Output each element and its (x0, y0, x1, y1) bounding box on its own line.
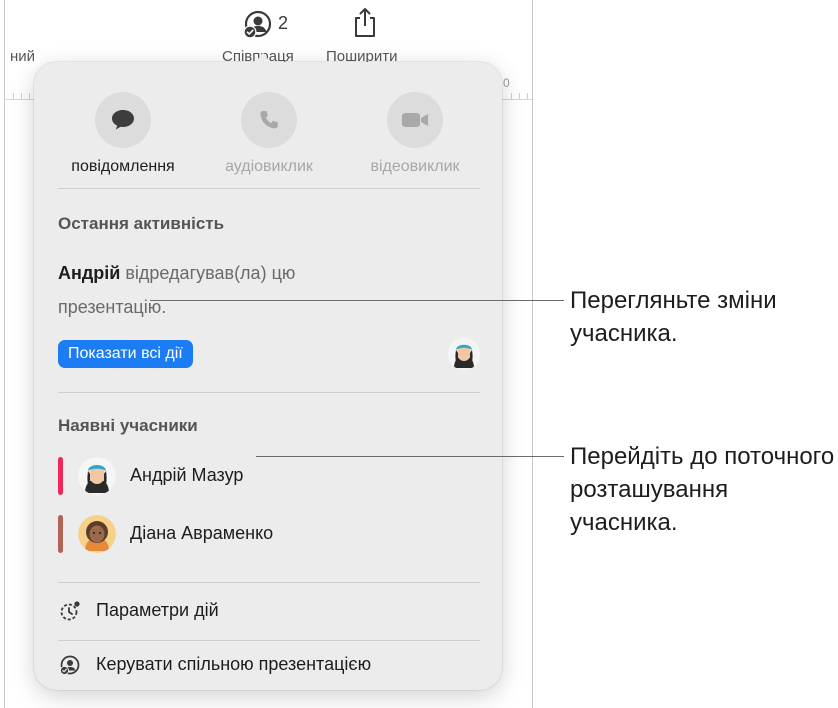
share-icon[interactable] (352, 6, 378, 38)
phone-icon (260, 111, 278, 129)
collaboration-popover: повідомлення аудіовиклик відеовиклик Ост… (34, 62, 502, 690)
manage-collaboration-icon (60, 655, 80, 675)
avatar (78, 457, 116, 495)
activity-settings-label: Параметри дій (96, 600, 219, 620)
video-call-label: відеовиклик (370, 158, 460, 175)
manage-shared-presentation-label: Керувати спільною презентацією (96, 654, 372, 674)
audio-call-label: аудіовиклик (225, 158, 313, 175)
video-call-button-circle (387, 92, 443, 148)
participant-row[interactable]: Андрій Мазур (58, 456, 458, 496)
active-participants-title: Наявні учасники (58, 416, 198, 435)
ruler-tick (519, 93, 520, 99)
collaboration-icon (243, 10, 272, 39)
collaborate-button[interactable]: 2 (240, 4, 310, 44)
participant-row[interactable]: Діана Авраменко (58, 514, 458, 554)
callout-go-to-location: Перейдіть до поточного розташування учас… (570, 443, 835, 536)
divider (58, 392, 480, 393)
video-call-button[interactable]: відеовиклик (340, 92, 490, 176)
toolbar-label-truncated[interactable]: ний (10, 48, 35, 65)
activity-settings-icon (60, 601, 80, 621)
activity-actor: Андрій (58, 263, 121, 283)
ruler-tick (13, 93, 14, 99)
callout-line (150, 300, 564, 301)
popover-caret (252, 53, 274, 66)
avatar (78, 515, 116, 553)
recent-activity-text[interactable]: Андрій відредагував(ла) цю презентацію. (58, 256, 388, 324)
memoji-diana-icon (78, 515, 116, 553)
ruler-tick (21, 93, 22, 99)
message-label: повідомлення (71, 158, 175, 175)
callout-view-changes: Перегляньте зміни учасника. (570, 287, 777, 347)
recent-activity-title: Остання активність (58, 214, 225, 233)
window-border-left (4, 0, 5, 708)
message-button-circle (95, 92, 151, 148)
window-border-right (532, 0, 533, 708)
message-button[interactable]: повідомлення (48, 92, 198, 176)
collaborator-count: 2 (278, 13, 289, 33)
callout-line (256, 456, 564, 457)
divider (58, 582, 480, 583)
memoji-andrii-icon (448, 338, 480, 370)
video-camera-icon (402, 113, 428, 127)
participant-name: Андрій Мазур (130, 465, 244, 485)
show-all-activity-button[interactable]: Показати всі дії (58, 340, 193, 368)
ruler-tick (511, 93, 512, 99)
participant-color-bar (58, 457, 63, 495)
message-icon (112, 110, 134, 130)
divider (58, 640, 480, 641)
divider (58, 188, 480, 189)
activity-settings-item[interactable]: Параметри дій (58, 594, 478, 628)
participant-color-bar (58, 515, 63, 553)
memoji-andrii-icon (78, 457, 116, 495)
ruler-tick (29, 93, 30, 99)
manage-shared-presentation-item[interactable]: Керувати спільною презентацією (58, 648, 478, 682)
activity-avatar (448, 338, 480, 370)
participant-name: Діана Авраменко (130, 523, 274, 543)
ruler-tick (527, 93, 528, 99)
ruler-number: 0 (503, 76, 510, 90)
audio-call-button[interactable]: аудіовиклик (194, 92, 344, 176)
audio-call-button-circle (241, 92, 297, 148)
